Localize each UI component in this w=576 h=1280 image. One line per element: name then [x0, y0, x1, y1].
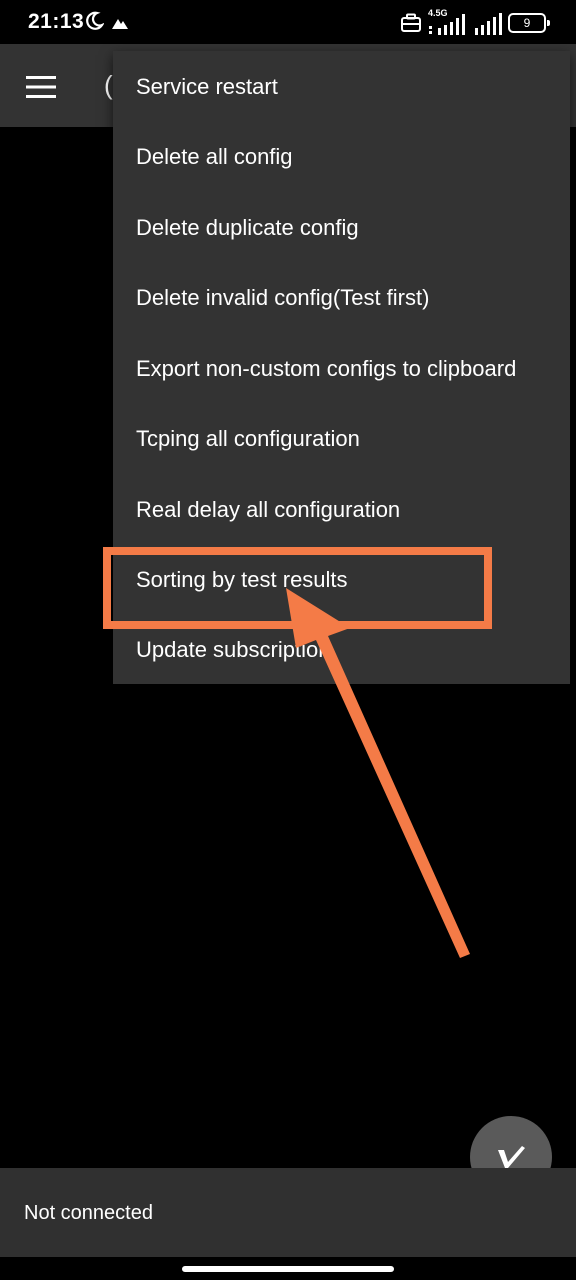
status-bar: 21:13 4.5G 9	[0, 0, 576, 44]
signal-4g-group: 4.5G	[428, 8, 468, 36]
menu-item-delete-all-config[interactable]: Delete all config	[113, 122, 570, 192]
hamburger-menu-icon[interactable]	[26, 76, 56, 98]
moon-icon	[86, 11, 104, 30]
connection-status-bar[interactable]: Not connected	[0, 1168, 576, 1257]
arrow-annotation-icon	[286, 588, 470, 958]
menu-item-export-non-custom-configs[interactable]: Export non-custom configs to clipboard	[113, 334, 570, 404]
screen: 21:13 4.5G 9 (Service restart Delete al…	[0, 0, 576, 1280]
status-time: 21:13	[28, 10, 85, 33]
menu-item-real-delay-all-configuration[interactable]: Real delay all configuration	[113, 475, 570, 545]
menu-item-tcping-all-configuration[interactable]: Tcping all configuration	[113, 404, 570, 474]
briefcase-icon	[401, 13, 421, 32]
gesture-navigation-bar[interactable]	[182, 1266, 394, 1272]
signal-icon	[429, 14, 465, 35]
menu-item-delete-duplicate-config[interactable]: Delete duplicate config	[113, 193, 570, 263]
menu-item-delete-invalid-config[interactable]: Delete invalid config(Test first)	[113, 263, 570, 333]
signal-icon	[475, 13, 502, 35]
menu-item-service-restart[interactable]: Service restart	[113, 52, 570, 122]
battery-level: 9	[523, 16, 531, 30]
status-icons: 4.5G 9	[400, 8, 550, 36]
warning-icon	[112, 19, 128, 29]
connection-status-text: Not connected	[24, 1202, 153, 1224]
app-title: (	[104, 70, 113, 100]
battery-icon: 9	[508, 13, 550, 33]
